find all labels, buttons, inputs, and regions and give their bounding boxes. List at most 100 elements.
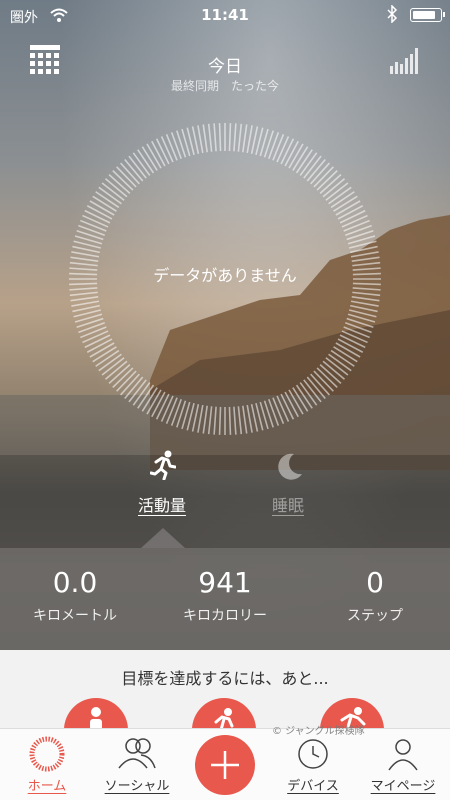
ring-tick [345,224,372,236]
goal-text: 目標を達成するには、あと... [121,669,329,688]
status-bar: 圏外 11:41 [0,0,450,32]
ring-tick [350,251,379,258]
ring-tick [351,256,380,262]
goal-section: 目標を達成するには、あと... [0,650,450,762]
ring-tick [155,393,170,420]
ring-tick [268,132,280,159]
ring-tick [207,123,213,152]
people-icon [118,738,156,769]
ring-tick [218,406,222,435]
ring-tick [228,406,232,435]
ring-tick [350,300,379,307]
ring-tick [78,224,105,236]
bluetooth-icon [387,5,398,23]
ring-tick [202,124,208,153]
ring-tick [165,397,178,424]
moon-icon [278,453,302,480]
page-title: 今日 [208,57,242,77]
ring-tick [170,399,182,426]
no-data-message: データがありません [153,266,297,285]
bar-stats-icon[interactable] [390,46,422,74]
ring-tick [242,405,248,434]
tabbar-home[interactable]: ホーム [2,729,92,800]
ring-tick [213,123,217,152]
ring-tick [80,219,107,232]
ring-tick [339,209,366,224]
tabbar-social[interactable]: ソーシャル [92,729,182,800]
ring-tick [160,136,174,163]
status-time: 11:41 [201,6,249,24]
metric-steps: 0 ステップ [300,566,450,625]
ring-tick [82,214,109,228]
ring-tick [155,138,170,165]
ring-tick [276,136,290,163]
tabbar-mypage[interactable]: マイページ [358,729,448,800]
ring-tick [197,404,204,433]
ring-tick [280,393,295,420]
plus-icon [211,751,239,779]
battery-icon [410,8,445,22]
metric-distance: 0.0 キロメートル [0,566,150,625]
ring-tick [280,138,295,165]
tab-sleep[interactable]: 睡眠 [228,448,348,516]
ring-tick [69,291,98,297]
ring-tick [343,219,370,232]
metric-calories: 941 キロカロリー [150,566,300,625]
metric-steps-unit: ステップ [347,608,403,624]
ring-tick [82,330,109,344]
ring-tick [272,134,285,161]
tab-sleep-label: 睡眠 [271,496,304,515]
ring-tick [78,322,105,334]
ring-tick [341,330,368,344]
ring-tick [197,125,204,154]
ring-tick [71,251,100,258]
ring-tick [202,405,208,434]
ring-tick [351,296,380,302]
ring-tick [70,296,99,302]
ring-tick [84,209,111,224]
ring-tick [237,123,243,152]
ring-tick [246,404,253,433]
header: 今日 最終同期 たった今 [0,40,450,100]
ring-tick [69,287,98,291]
ring-tick [233,123,237,152]
ring-tick [341,214,368,228]
ring-tick [345,322,372,334]
ring-tick [165,134,178,161]
ring-tick [218,123,222,152]
tabbar-social-label: ソーシャル [104,779,170,794]
ring-tick [160,395,174,422]
running-icon [150,450,176,480]
ring-tick [339,334,366,349]
ring-tick [70,256,99,262]
ring-tick [268,399,280,426]
tab-activity[interactable]: 活動量 [102,448,222,516]
ring-tick [272,397,285,424]
ring-tick [242,124,248,153]
home-ring-icon [29,736,65,772]
ring-tick [84,334,111,349]
active-tab-pointer [141,528,185,548]
metric-calories-value: 941 [198,566,252,599]
metrics-panel: 0.0 キロメートル 941 キロカロリー 0 ステップ [0,548,450,650]
tabbar-mypage-label: マイページ [370,779,436,794]
tab-activity-label: 活動量 [137,496,186,515]
ring-tick [80,326,107,339]
ring-tick [246,125,253,154]
metric-calories-unit: キロカロリー [183,608,267,624]
ring-tick [233,406,237,435]
ring-tick [237,406,243,435]
ring-tick [276,395,290,422]
add-button[interactable] [195,735,255,795]
tabbar-devices[interactable]: デバイス [268,729,358,800]
ring-tick [71,300,100,307]
ring-tick [207,406,213,435]
ring-tick [228,123,232,152]
device-icon [298,739,328,769]
ring-tick [170,132,182,159]
last-sync-text: 最終同期 たった今 [170,79,279,93]
metric-steps-value: 0 [366,566,384,599]
ring-tick [213,406,217,435]
metric-distance-unit: キロメートル [33,608,117,624]
battery-level [413,11,435,19]
